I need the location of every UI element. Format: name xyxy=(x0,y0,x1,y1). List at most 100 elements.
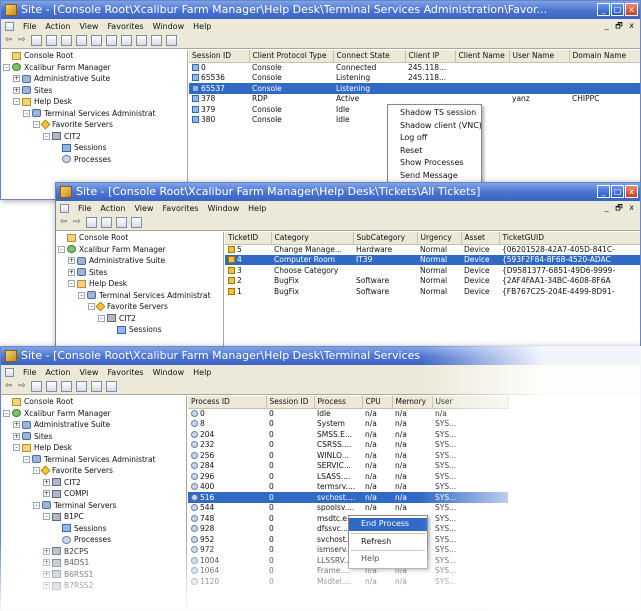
menu-favorites[interactable]: Favorites xyxy=(162,204,198,213)
menu-file[interactable]: File xyxy=(23,368,36,377)
menu-file[interactable]: File xyxy=(23,22,36,31)
menu-view[interactable]: View xyxy=(79,368,98,377)
context-menu-item[interactable]: Help xyxy=(349,553,427,566)
collapse-icon[interactable]: - xyxy=(98,314,105,322)
menu-help[interactable]: Help xyxy=(248,204,266,213)
column-header[interactable]: Domain Name xyxy=(569,50,640,63)
help-icon[interactable] xyxy=(91,381,102,392)
table-row[interactable]: 544 0 spoolsv.... n/a n/a SYS... xyxy=(188,503,508,514)
column-header[interactable]: Category xyxy=(271,232,354,245)
table-row[interactable]: 4 Computer Room IT39 Normal Device {593F2F84-… xyxy=(225,254,640,265)
tree-node[interactable]: - Favorite Servers xyxy=(56,301,223,313)
show-tree-icon[interactable] xyxy=(101,217,112,228)
tool-icon-a[interactable] xyxy=(106,35,117,46)
table-row[interactable]: 400 0 termsrv.... n/a n/a SYS... xyxy=(188,482,508,493)
tree-node[interactable]: Console Root xyxy=(56,232,223,244)
expand-icon[interactable]: + xyxy=(13,421,20,429)
tool-icon-c[interactable] xyxy=(136,35,147,46)
expand-icon[interactable]: + xyxy=(43,559,50,567)
menu-view[interactable]: View xyxy=(134,204,153,213)
context-menu-item[interactable]: Log off xyxy=(388,132,481,145)
tree-node[interactable]: + CIT2 xyxy=(1,477,186,489)
tree-node[interactable]: + B7RSS2 xyxy=(1,580,186,592)
up-folder-icon[interactable] xyxy=(86,217,97,228)
context-menu-item[interactable]: Reset xyxy=(388,145,481,158)
forward-arrow-icon[interactable]: ⇨ xyxy=(73,217,82,228)
collapse-icon[interactable]: - xyxy=(43,513,50,521)
window-title-bar[interactable]: Site - [Console Root\Xcalibur Farm Manag… xyxy=(1,1,640,19)
minimize-button[interactable]: _ xyxy=(597,3,610,16)
menu-action[interactable]: Action xyxy=(45,22,70,31)
column-header[interactable]: Connect State xyxy=(333,50,406,63)
collapse-icon[interactable]: - xyxy=(13,98,20,106)
properties-icon[interactable] xyxy=(131,217,142,228)
tree-node[interactable]: - Help Desk xyxy=(1,96,187,108)
menu-window[interactable]: Window xyxy=(153,368,185,377)
close-button[interactable]: x xyxy=(625,185,638,198)
tree-node[interactable]: Console Root xyxy=(1,396,186,408)
column-header[interactable]: SubCategory xyxy=(353,232,418,245)
tree-node[interactable]: - Help Desk xyxy=(56,278,223,290)
tree-node[interactable]: + B2CPS xyxy=(1,546,186,558)
expand-icon[interactable]: + xyxy=(43,570,50,578)
menu-view[interactable]: View xyxy=(79,22,98,31)
table-row[interactable]: 256 0 WINLO... n/a n/a SYS... xyxy=(188,450,508,461)
tree-node[interactable]: - CIT2 xyxy=(56,313,223,325)
column-header[interactable]: Client Protocol Type xyxy=(249,50,334,63)
tree-node[interactable]: + Sites xyxy=(1,85,187,97)
table-row[interactable]: 1120 0 Msdtel.... n/a n/a SYS... xyxy=(188,576,508,587)
tree-node[interactable]: - Terminal Services Administrat xyxy=(56,290,223,302)
context-menu-item[interactable]: Send Message xyxy=(388,170,481,183)
table-row[interactable]: 3 Choose Category Normal Device {D9581377-68… xyxy=(225,265,640,276)
tree-node[interactable]: + Administrative Suite xyxy=(56,255,223,267)
properties-icon[interactable] xyxy=(76,35,87,46)
column-header[interactable]: TicketGUID xyxy=(499,232,640,245)
table-row[interactable]: 516 0 svchost.... n/a n/a SYS... xyxy=(188,492,508,503)
collapse-icon[interactable]: - xyxy=(58,245,65,253)
tree-node[interactable]: - Xcalibur Farm Manager xyxy=(56,244,223,256)
column-header[interactable]: Client IP xyxy=(405,50,456,63)
menu-file[interactable]: File xyxy=(78,204,91,213)
collapse-icon[interactable]: - xyxy=(23,109,30,117)
table-row[interactable]: 8 0 System n/a n/a SYS... xyxy=(188,419,508,430)
tree-node[interactable]: - Favorite Servers xyxy=(1,119,187,131)
minimize-button[interactable]: _ xyxy=(597,185,610,198)
menu-favorites[interactable]: Favorites xyxy=(107,368,143,377)
column-header[interactable]: Session ID xyxy=(189,50,250,63)
help-icon[interactable] xyxy=(91,35,102,46)
tree-node[interactable]: Processes xyxy=(1,154,187,166)
tree-node[interactable]: Sessions xyxy=(1,142,187,154)
back-arrow-icon[interactable]: ⇦ xyxy=(5,381,14,392)
table-row[interactable]: 204 0 SMSS.E... n/a n/a SYS... xyxy=(188,429,508,440)
expand-icon[interactable]: + xyxy=(43,478,50,486)
menu-window[interactable]: Window xyxy=(208,204,240,213)
tree-node[interactable]: + Administrative Suite xyxy=(1,73,187,85)
expand-icon[interactable]: + xyxy=(43,490,50,498)
menu-action[interactable]: Action xyxy=(45,368,70,377)
column-header[interactable]: TicketID xyxy=(225,232,272,245)
column-header[interactable]: Session ID xyxy=(266,396,315,409)
tree-node[interactable]: + B4DS1 xyxy=(1,557,186,569)
up-folder-icon[interactable] xyxy=(31,381,42,392)
context-menu-item[interactable]: Shadow client (VNC) xyxy=(388,120,482,133)
tree-node[interactable]: - Favorite Servers xyxy=(1,465,186,477)
maximize-button[interactable]: □ xyxy=(611,3,624,16)
collapse-icon[interactable]: - xyxy=(33,501,40,509)
collapse-icon[interactable]: - xyxy=(33,121,40,129)
context-menu-item[interactable]: Refresh xyxy=(349,536,427,549)
properties-icon[interactable] xyxy=(76,381,87,392)
tool-icon-d[interactable] xyxy=(151,35,162,46)
collapse-icon[interactable]: - xyxy=(88,303,95,311)
tree-node[interactable]: - Xcalibur Farm Manager xyxy=(1,408,186,420)
up-folder-icon[interactable] xyxy=(31,35,42,46)
collapse-icon[interactable]: - xyxy=(3,409,10,417)
column-header[interactable]: User xyxy=(432,396,509,409)
collapse-icon[interactable]: - xyxy=(68,280,75,288)
table-row[interactable]: 65537 Console Listening xyxy=(189,83,640,94)
column-header[interactable]: CPU xyxy=(362,396,393,409)
tree-node[interactable]: Console Root xyxy=(1,50,187,62)
tool-icon-e[interactable] xyxy=(166,35,177,46)
tree-node[interactable]: Sessions xyxy=(56,324,223,336)
menu-favorites[interactable]: Favorites xyxy=(107,22,143,31)
table-row[interactable]: 0 0 Idle n/a n/a n/a xyxy=(188,408,508,419)
